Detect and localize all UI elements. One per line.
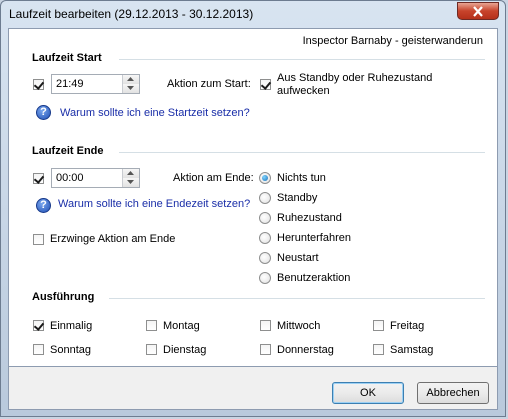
- arrow-down-icon: [127, 86, 134, 90]
- radio-ruhezustand[interactable]: [259, 212, 271, 224]
- end-time-arrows: [122, 169, 139, 187]
- end-time-spinner[interactable]: 00:00: [51, 168, 140, 188]
- radio-label-standby[interactable]: Standby: [277, 192, 317, 204]
- day-checkbox-freitag[interactable]: [373, 320, 384, 331]
- end-time-value: 00:00: [56, 172, 84, 184]
- end-section-title: Laufzeit Ende: [32, 145, 104, 157]
- window-title: Laufzeit bearbeiten (29.12.2013 - 30.12.…: [9, 7, 254, 21]
- arrow-up-icon: [127, 77, 134, 81]
- day-checkbox-samstag[interactable]: [373, 344, 384, 355]
- day-checkbox-donnerstag[interactable]: [260, 344, 271, 355]
- day-checkbox-mittwoch[interactable]: [260, 320, 271, 331]
- day-label-donnerstag[interactable]: Donnerstag: [277, 344, 334, 356]
- radio-nichts-tun[interactable]: [259, 172, 271, 184]
- day-checkbox-dienstag[interactable]: [146, 344, 157, 355]
- day-label-sonntag[interactable]: Sonntag: [50, 344, 91, 356]
- wake-label-line2[interactable]: aufwecken: [277, 85, 330, 97]
- radio-label-nichts-tun[interactable]: Nichts tun: [277, 172, 326, 184]
- start-time-value: 21:49: [56, 78, 84, 90]
- execution-section-divider: [109, 298, 485, 299]
- close-button[interactable]: [457, 2, 499, 20]
- radio-benutzeraktion[interactable]: [259, 272, 271, 284]
- day-label-einmalig[interactable]: Einmalig: [50, 320, 92, 332]
- dialog-window: Laufzeit bearbeiten (29.12.2013 - 30.12.…: [0, 0, 506, 417]
- end-time-down-button[interactable]: [123, 178, 139, 187]
- dialog-content: Inspector Barnaby - geisterwanderun Lauf…: [8, 28, 498, 367]
- execution-section-title: Ausführung: [32, 291, 95, 303]
- recording-name: Inspector Barnaby - geisterwanderun: [302, 35, 483, 47]
- day-checkbox-einmalig[interactable]: [33, 320, 44, 331]
- start-section-title: Laufzeit Start: [32, 52, 102, 64]
- radio-herunterfahren[interactable]: [259, 232, 271, 244]
- day-label-mittwoch[interactable]: Mittwoch: [277, 320, 320, 332]
- radio-label-ruhezustand[interactable]: Ruhezustand: [277, 212, 342, 224]
- radio-standby[interactable]: [259, 192, 271, 204]
- day-checkbox-montag[interactable]: [146, 320, 157, 331]
- day-checkbox-sonntag[interactable]: [33, 344, 44, 355]
- force-action-label[interactable]: Erzwinge Aktion am Ende: [50, 233, 175, 245]
- arrow-up-icon: [127, 171, 134, 175]
- force-action-checkbox[interactable]: [33, 234, 44, 245]
- day-label-samstag[interactable]: Samstag: [390, 344, 433, 356]
- start-time-down-button[interactable]: [123, 84, 139, 93]
- arrow-down-icon: [127, 180, 134, 184]
- title-bar: Laufzeit bearbeiten (29.12.2013 - 30.12.…: [1, 1, 505, 27]
- close-icon: [473, 6, 483, 17]
- start-enabled-checkbox[interactable]: [33, 79, 44, 90]
- help-icon[interactable]: ?: [36, 198, 51, 213]
- start-action-label: Aktion zum Start:: [167, 78, 251, 90]
- radio-label-benutzeraktion[interactable]: Benutzeraktion: [277, 272, 350, 284]
- start-help-link[interactable]: Warum sollte ich eine Startzeit setzen?: [60, 107, 250, 119]
- radio-label-herunterfahren[interactable]: Herunterfahren: [277, 232, 351, 244]
- end-help-link[interactable]: Warum sollte ich eine Endezeit setzen?: [58, 198, 250, 210]
- day-label-montag[interactable]: Montag: [163, 320, 200, 332]
- start-time-spinner[interactable]: 21:49: [51, 74, 140, 94]
- start-section-divider: [119, 59, 485, 60]
- wake-label-line1[interactable]: Aus Standby oder Ruhezustand: [277, 72, 432, 84]
- end-section-divider: [119, 152, 485, 153]
- wake-checkbox[interactable]: [260, 79, 271, 90]
- day-label-dienstag[interactable]: Dienstag: [163, 344, 206, 356]
- cancel-button[interactable]: Abbrechen: [417, 382, 489, 404]
- day-label-freitag[interactable]: Freitag: [390, 320, 424, 332]
- ok-button[interactable]: OK: [332, 382, 404, 404]
- start-time-arrows: [122, 75, 139, 93]
- help-icon[interactable]: ?: [36, 105, 51, 120]
- radio-label-neustart[interactable]: Neustart: [277, 252, 319, 264]
- radio-neustart[interactable]: [259, 252, 271, 264]
- button-bar: OK Abbrechen: [8, 367, 498, 410]
- end-enabled-checkbox[interactable]: [33, 173, 44, 184]
- end-action-label: Aktion am Ende:: [173, 172, 254, 184]
